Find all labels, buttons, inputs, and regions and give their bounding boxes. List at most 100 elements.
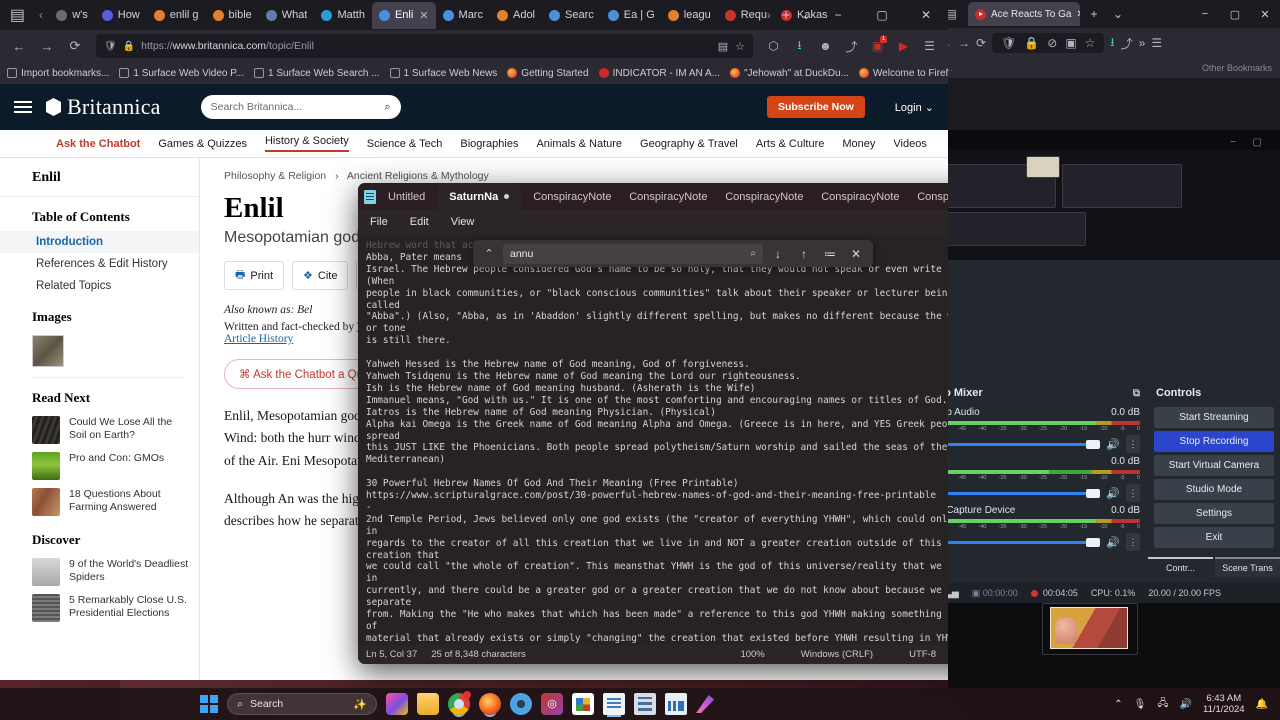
nav-item-geography-travel[interactable]: Geography & Travel [640,138,738,150]
new-tab-button[interactable]: + [776,7,796,24]
nav-item-animals-nature[interactable]: Animals & Nature [536,138,622,150]
browser-tab[interactable]: Adol [490,2,542,29]
slider-knob[interactable] [1086,537,1101,547]
clock[interactable]: 6:43 AM 11/1/2024 [1203,693,1245,715]
tab-scene-transitions[interactable]: Scene Trans [1215,557,1280,577]
find-close-icon[interactable]: ✕ [845,247,867,261]
breadcrumb-item-1[interactable]: Philosophy & Religion [224,170,326,182]
list-item[interactable]: 9 of the World's Deadliest Spiders [0,554,199,590]
list-item[interactable]: Pro and Con: GMOs [0,448,199,484]
nav-item-arts-culture[interactable]: Arts & Culture [756,138,824,150]
snip-pen-icon[interactable] [696,695,715,713]
overflow-icon[interactable]: » [1139,36,1146,50]
microsoft-store-icon[interactable] [572,693,595,715]
bell-icon[interactable]: 🔔 [1256,699,1268,710]
browser-tab[interactable]: How [95,2,147,29]
settings-icon[interactable] [510,693,533,715]
nav-item-ask-the-chatbot[interactable]: Ask the Chatbot [56,138,140,150]
reader-mode-icon[interactable]: ▤ [718,40,728,53]
list-item[interactable]: Could We Lose All the Soil on Earth? [0,412,199,448]
extension-play-icon[interactable]: ▶ [891,33,916,59]
address-bar[interactable]: 🛡 🔒 ⊘ ▣ ☆ [992,33,1105,53]
bookmark-item[interactable]: Getting Started [507,68,589,79]
search-icon[interactable]: ⌕ [384,101,390,114]
browser-tab[interactable]: leagu [661,2,718,29]
list-item[interactable]: 18 Questions About Farming Answered [0,484,199,520]
find-previous-icon[interactable]: ↑ [793,247,815,261]
list-item[interactable]: 5 Remarkably Close U.S. Presidential Ele… [0,590,199,626]
close-button[interactable]: ✕ [1250,0,1280,28]
menu-view[interactable]: View [451,216,475,228]
browser-tab[interactable]: bible [206,2,259,29]
toc-item-references[interactable]: References & Edit History [0,253,199,275]
bookmark-item[interactable]: INDICATOR - IM AN A... [598,68,720,79]
notepad-tab[interactable]: Untitled [376,183,437,210]
reload-button[interactable]: ⟳ [62,33,88,59]
sidebar-image-thumbnail[interactable] [32,335,64,367]
close-icon[interactable]: ✕ [1076,9,1080,20]
menu-file[interactable]: File [370,216,388,228]
dock-icon[interactable]: ⧉ [1133,388,1140,399]
britannica-logo[interactable]: Britannica [46,94,161,120]
login-button[interactable]: Login ⌄ [895,101,934,114]
bookmark-item[interactable]: Import bookmarks... [7,68,109,79]
nav-item-money[interactable]: Money [842,138,875,150]
nav-item-history-society[interactable]: History & Society [264,135,349,152]
control-button-settings[interactable]: Settings [1154,503,1274,524]
bookmark-star-icon[interactable]: ☆ [735,40,745,53]
bookmark-item[interactable]: 1 Surface Web Search ... [254,68,380,79]
paint-icon[interactable] [386,693,409,715]
browser-tab[interactable]: Ea | G [601,2,661,29]
network-icon[interactable]: 🖧 [1157,696,1168,713]
extension-red-icon[interactable]: ▣ 1 [865,33,890,59]
line-ending[interactable]: Windows (CRLF) [801,649,873,660]
browser-tab[interactable]: Marc [436,2,490,29]
chrome-icon[interactable] [448,691,472,715]
minimize-button[interactable]: − [816,0,860,30]
tab-controls[interactable]: Contr... [1148,557,1213,577]
channel-menu-icon[interactable]: ⋮ [1126,484,1140,502]
breadcrumb-item-2[interactable]: Ancient Religions & Mythology [347,170,489,182]
tabstrip-scroll-left-icon[interactable]: ‹ [33,8,49,22]
pocket-icon[interactable]: ⬡ [761,33,786,59]
cite-button[interactable]: ❖ Cite [292,261,349,290]
speaker-icon[interactable]: 🔊 [1106,487,1120,500]
zoom-level[interactable]: 100% [740,649,764,660]
share-icon[interactable]: ⤴ [1121,35,1133,52]
notepad-tab[interactable]: ConspiracyNote [617,183,713,210]
chevron-up-icon[interactable]: ⌃ [1114,699,1122,710]
volume-slider[interactable] [948,488,1101,498]
find-collapse-icon[interactable]: ⌃ [479,247,499,260]
notepad-editor[interactable]: Hebrew word that actually means to take … [358,234,996,645]
app-menu-icon[interactable]: ☰ [917,33,942,59]
nav-item-games-quizzes[interactable]: Games & Quizzes [158,138,247,150]
menu-icon[interactable] [14,101,32,113]
speaker-icon[interactable]: 🔊 [1106,438,1120,451]
bookmark-star-icon[interactable]: ☆ [1085,36,1096,50]
bookmark-item[interactable]: ▫ … [948,63,953,73]
downloads-icon[interactable]: ⭳ [1110,33,1114,54]
qbittorrent-icon[interactable]: ◎ [541,693,564,715]
minimize-button[interactable]: − [1190,0,1220,28]
bookmark-item[interactable]: Welcome to Firefox [858,68,948,79]
menu-edit[interactable]: Edit [410,216,429,228]
nav-item-biographies[interactable]: Biographies [460,138,518,150]
notepad-text[interactable]: Hebrew word that actually means to take … [358,234,986,645]
browser-tab[interactable]: w's [49,2,95,29]
maximize-button[interactable]: ▢ [1253,137,1262,148]
encoding[interactable]: UTF-8 [909,649,936,660]
tab-ace-reacts[interactable]: Ace Reacts To Ga ✕ [968,2,1080,26]
article-history-link[interactable]: Article History [224,333,293,345]
close-button[interactable]: ✕ [904,0,948,30]
calculator-icon[interactable] [634,693,657,715]
slider-knob[interactable] [1086,488,1101,498]
slider-knob[interactable] [1086,439,1101,449]
tabstrip-scroll-right-icon[interactable]: › [762,8,777,22]
reload-button[interactable]: ⟳ [976,36,986,50]
windows-start-icon[interactable] [200,695,219,713]
bookmark-item[interactable]: "Jehowah" at DuckDu... [729,68,849,79]
firefox-icon[interactable] [479,693,502,715]
list-all-tabs-icon[interactable]: ⌄ [796,9,816,22]
bookmark-item[interactable]: 1 Surface Web Video P... [119,68,244,79]
control-button-stop-recording[interactable]: Stop Recording [1154,431,1274,452]
